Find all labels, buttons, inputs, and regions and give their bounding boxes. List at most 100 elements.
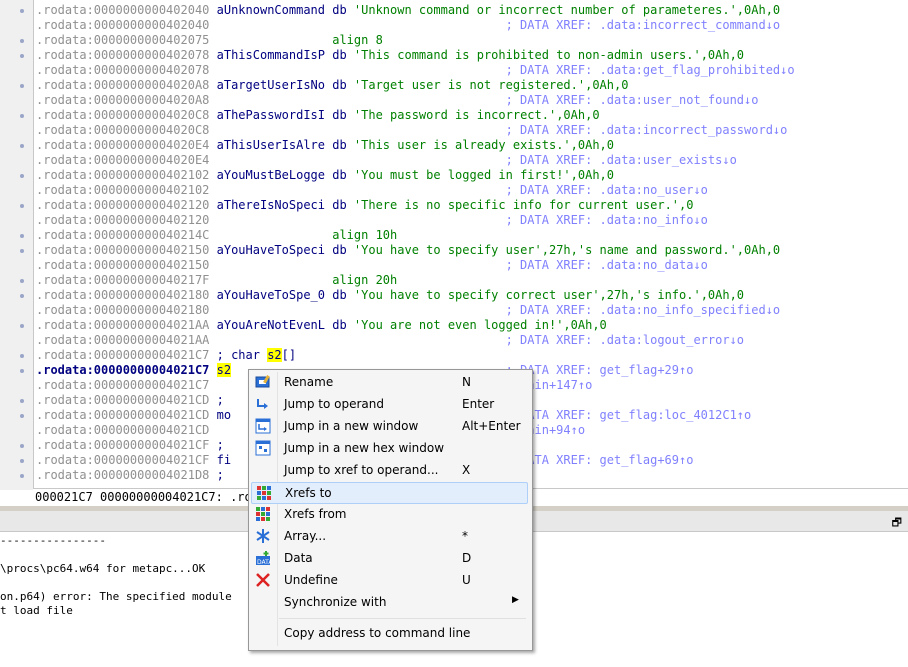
segment-address: .rodata:0000000000402040 [36,18,210,32]
hex-window-icon [255,440,271,456]
disasm-token: aThisCommandIsP [216,48,333,62]
menu-synchronize-with[interactable]: Synchronize with ▶ [251,592,528,612]
menu-jump-to-operand[interactable]: Jump to operand Enter [251,394,528,414]
breakpoint-dot[interactable] [20,354,24,358]
menu-jump-xref-operand[interactable]: Jump to xref to operand... X [251,460,528,480]
disasm-token: 'You are not even logged in!',0Ah,0 [353,318,607,332]
disasm-token: 'This command is prohibited to non-admin… [353,48,745,62]
disasm-line[interactable]: .rodata:0000000000402180 ; DATA XREF: .d… [36,303,780,318]
breakpoint-dot[interactable] [20,249,24,253]
breakpoint-dot[interactable] [20,204,24,208]
segment-address: .rodata:0000000000402040 [36,3,210,17]
disasm-line[interactable]: .rodata:00000000004021CD ; [36,393,224,408]
breakpoint-dot[interactable] [20,414,24,418]
disasm-token: align 10h [216,228,398,242]
segment-address: .rodata:00000000004020A8 [36,78,210,92]
breakpoint-dot[interactable] [20,84,24,88]
breakpoint-dot[interactable] [20,444,24,448]
disasm-line[interactable]: .rodata:0000000000402120 ; DATA XREF: .d… [36,213,708,228]
disasm-line[interactable]: .rodata:0000000000402150 ; DATA XREF: .d… [36,258,708,273]
disasm-line[interactable]: .rodata:00000000004020C8 aThePasswordIsI… [36,108,600,123]
segment-address: .rodata:0000000000402120 [36,213,210,227]
menu-item-label: Rename [284,375,334,389]
segment-address: .rodata:00000000004021CF [36,438,210,452]
output-line: t load file [0,604,73,617]
breakpoint-dot[interactable] [20,9,24,13]
segment-address: .rodata:00000000004021C7 [36,378,210,392]
disasm-token: ; [216,393,224,407]
breakpoint-dot[interactable] [20,459,24,463]
disasm-line[interactable]: .rodata:00000000004021AA ; DATA XREF: .d… [36,333,744,348]
disasm-line[interactable]: .rodata:0000000000402102 aYouMustBeLogge… [36,168,614,183]
menu-data[interactable]: DATA Data D [251,548,528,568]
disasm-token: db [332,288,354,302]
disasm-token: aYouHaveToSpeci [216,243,333,257]
breakpoint-dot[interactable] [20,114,24,118]
output-line: on.p64) error: The specified module [0,590,232,603]
disasm-line[interactable]: .rodata:0000000000402075 align 8 [36,33,383,48]
menu-item-label: Jump in a new window [284,419,419,433]
menu-item-shortcut: Alt+Enter [462,419,521,433]
breakpoint-dot[interactable] [20,279,24,283]
disasm-line[interactable]: .rodata:000000000040214C align 10h [36,228,397,243]
undefine-icon [255,572,271,588]
svg-text:DATA: DATA [257,559,271,566]
menu-undefine[interactable]: Undefine U [251,570,528,590]
segment-address: .rodata:0000000000402150 [36,243,210,257]
disasm-line[interactable]: .rodata:00000000004021CF ; [36,438,224,453]
disasm-token: aYouHaveToSpe_0 [216,288,333,302]
disasm-token: aThisUserIsAlre [216,138,333,152]
breakpoint-dot[interactable] [20,474,24,478]
disasm-token: align 8 [216,33,383,47]
breakpoint-dot[interactable] [20,234,24,238]
disasm-line[interactable]: .rodata:00000000004020A8 aTargetUserIsNo… [36,78,628,93]
disasm-line[interactable]: .rodata:0000000000402040 ; DATA XREF: .d… [36,18,780,33]
disasm-line[interactable]: .rodata:0000000000402102 ; DATA XREF: .d… [36,183,708,198]
breakpoint-dot[interactable] [20,399,24,403]
menu-jump-new-window[interactable]: Jump in a new window Alt+Enter [251,416,528,436]
segment-address: .rodata:00000000004021CF [36,453,210,467]
disasm-line[interactable]: .rodata:0000000000402150 aYouHaveToSpeci… [36,243,780,258]
menu-array[interactable]: Array... * [251,526,528,546]
disasm-line[interactable]: .rodata:00000000004021AA aYouAreNotEvenL… [36,318,607,333]
disasm-line[interactable]: .rodata:00000000004020E4 ; DATA XREF: .d… [36,153,737,168]
disasm-line[interactable]: .rodata:00000000004021D8 ; [36,468,224,483]
disasm-token: 'You have to specify user',27h,'s name a… [353,243,781,257]
menu-xrefs-to[interactable]: Xrefs to [251,482,528,504]
xref-comment: ; DATA XREF: .data:user_exists↓o [216,153,737,167]
breakpoint-dot[interactable] [20,324,24,328]
disasm-line[interactable]: .rodata:0000000000402078 ; DATA XREF: .d… [36,63,795,78]
disasm-line[interactable]: .rodata:00000000004020C8 ; DATA XREF: .d… [36,123,787,138]
menu-item-label: Jump to operand [284,397,384,411]
segment-address: .rodata:00000000004021CD [36,408,210,422]
disasm-line[interactable]: .rodata:0000000000402120 aThereIsNoSpeci… [36,198,693,213]
menu-copy-address[interactable]: Copy address to command line [251,623,528,643]
segment-address: .rodata:00000000004020E4 [36,153,210,167]
disasm-token: 'The password is incorrect.',0Ah,0 [353,108,600,122]
xrefs-to-icon [256,485,272,501]
disasm-line[interactable]: .rodata:00000000004020A8 ; DATA XREF: .d… [36,93,758,108]
segment-address: .rodata:00000000004021C7 [36,348,210,362]
disasm-line[interactable]: .rodata:00000000004020E4 aThisUserIsAlre… [36,138,614,153]
xref-comment: ; DATA XREF: .data:incorrect_command↓o [216,18,781,32]
menu-item-shortcut: D [462,551,472,565]
disasm-line[interactable]: .rodata:0000000000402078 aThisCommandIsP… [36,48,744,63]
disasm-line[interactable]: .rodata:0000000000402180 aYouHaveToSpe_0… [36,288,744,303]
segment-address: .rodata:00000000004021AA [36,318,210,332]
menu-item-label: Copy address to command line [284,626,471,640]
breakpoint-dot[interactable] [20,294,24,298]
disasm-token: db [332,48,354,62]
menu-rename[interactable]: Rename N [251,372,528,392]
disasm-line[interactable]: .rodata:0000000000402040 aUnknownCommand… [36,3,780,18]
breakpoint-dot[interactable] [20,369,24,373]
breakpoint-dot[interactable] [20,54,24,58]
breakpoint-dot[interactable] [20,174,24,178]
disasm-line[interactable]: .rodata:00000000004021C7 ; char s2[] [36,348,296,363]
menu-jump-hex-window[interactable]: Jump in a new hex window [251,438,528,458]
menu-xrefs-from[interactable]: Xrefs from [251,504,528,524]
breakpoint-dot[interactable] [20,39,24,43]
disasm-line[interactable]: .rodata:000000000040217F align 20h [36,273,397,288]
restore-window-icon[interactable]: 🗗 [892,514,902,533]
data-icon: DATA [255,550,273,566]
breakpoint-dot[interactable] [20,144,24,148]
